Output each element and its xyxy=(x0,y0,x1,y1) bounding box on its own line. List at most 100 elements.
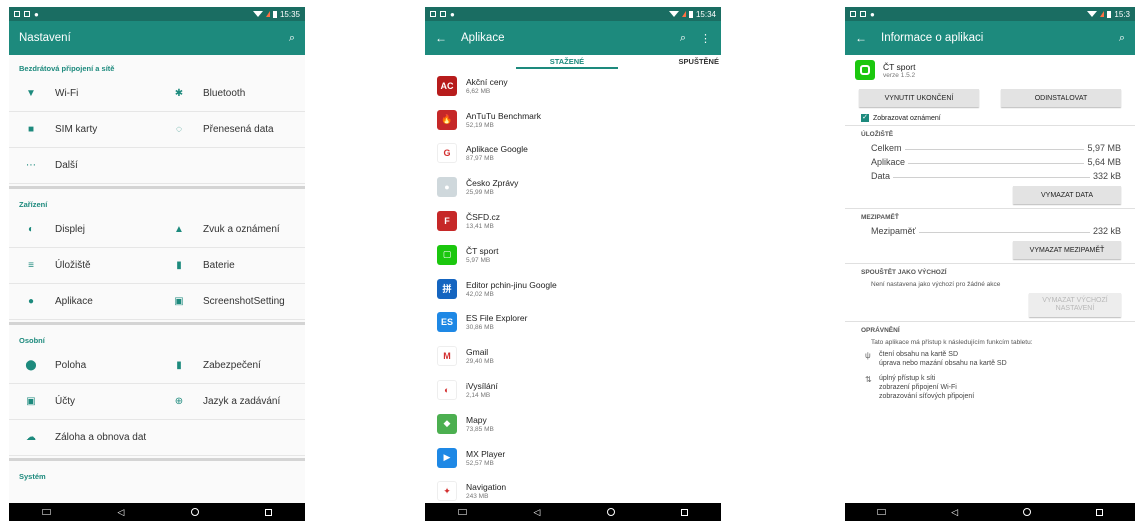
app-icon: ✦ xyxy=(437,481,457,502)
app-name: AnTuTu Benchmark xyxy=(466,110,541,121)
app-size: 52,19 MB xyxy=(466,121,494,129)
permissions-list: ψ čtení obsahu na kartě SD úprava nebo maz… xyxy=(845,348,1135,405)
screenshot-nav-icon[interactable] xyxy=(42,509,52,515)
settings-item[interactable]: ● Aplikace xyxy=(9,284,157,320)
image-icon xyxy=(24,11,30,17)
settings-item-label: Jazyk a zadávání xyxy=(203,396,281,407)
back-arrow-icon[interactable]: ← xyxy=(855,31,867,45)
back-nav-icon[interactable]: ◁ xyxy=(951,507,958,518)
app-list-item[interactable]: G Aplikace Google 87,97 MB xyxy=(425,137,721,171)
home-nav-icon[interactable] xyxy=(190,508,199,516)
settings-item-label: ScreenshotSetting xyxy=(203,296,285,307)
app-size: 25,99 MB xyxy=(466,189,494,197)
permissions-note: Tato aplikace má přístup k následujícím … xyxy=(871,339,1033,346)
app-list-item[interactable]: M Gmail 29,40 MB xyxy=(425,339,721,373)
permission-group: ψ čtení obsahu na kartě SD úprava nebo maz… xyxy=(845,348,1135,372)
app-list-item[interactable]: ES ES File Explorer 30,86 MB xyxy=(425,306,721,340)
uninstall-button[interactable]: ODINSTALOVAT xyxy=(1001,89,1121,107)
app-name: ČSFD.cz xyxy=(466,212,500,223)
app-size: 87,97 MB xyxy=(466,155,494,163)
app-name: Gmail xyxy=(466,347,489,358)
clear-cache-button[interactable]: VYMAZAT MEZIPAMĚŤ xyxy=(1013,241,1121,259)
app-name: Aplikace Google xyxy=(466,144,528,155)
clear-data-button[interactable]: VYMAZAT DATA xyxy=(1013,186,1121,204)
back-arrow-icon[interactable]: ← xyxy=(435,31,447,45)
app-icon: ▢ xyxy=(437,244,457,265)
battery-icon xyxy=(688,10,693,18)
account-icon: ▣ xyxy=(26,396,36,407)
settings-item-label: Wi-Fi xyxy=(55,88,79,99)
apps-tabs: STAŽENÉ SPUŠTĚNÉ xyxy=(425,55,721,69)
settings-item[interactable]: ✱ Bluetooth xyxy=(157,76,305,112)
clock: 15:34 xyxy=(695,9,716,19)
settings-item[interactable]: ☁ Záloha a obnova dat xyxy=(9,420,305,456)
back-nav-icon[interactable]: ◁ xyxy=(117,507,124,518)
home-nav-icon[interactable] xyxy=(1022,508,1031,516)
app-list-item[interactable]: F ČSFD.cz 13,41 MB xyxy=(425,204,721,238)
app-icon: M xyxy=(437,346,457,367)
settings-item[interactable]: ▮ Zabezpečení xyxy=(157,348,305,384)
settings-item[interactable]: ≡ Úložiště xyxy=(9,248,157,284)
home-nav-icon[interactable] xyxy=(606,508,615,516)
app-list-item[interactable]: ◆ Mapy 73,85 MB xyxy=(425,407,721,441)
app-icon: F xyxy=(437,211,457,232)
settings-item-label: Účty xyxy=(55,396,75,407)
battery-icon xyxy=(272,10,277,18)
default-note: Není nastavena jako výchozí pro žádné ak… xyxy=(871,281,1001,288)
settings-item-label: Další xyxy=(55,160,78,171)
settings-item[interactable]: ■ SIM karty xyxy=(9,112,157,148)
app-list-item[interactable]: AC Akční ceny 6,62 MB xyxy=(425,69,721,103)
settings-item-label: SIM karty xyxy=(55,124,98,135)
settings-item[interactable]: ◐ Displej xyxy=(9,212,157,248)
app-info-app-bar: ← Informace o aplikaci ⌕ xyxy=(845,21,1135,55)
section-divider xyxy=(9,322,305,325)
settings-item[interactable]: ▲ Zvuk a oznámení xyxy=(157,212,305,248)
app-list-item[interactable]: ◐ iVysílání 2,14 MB xyxy=(425,373,721,407)
action-buttons: VYNUTIT UKONČENÍ ODINSTALOVAT xyxy=(845,85,1135,111)
overflow-menu-icon[interactable]: ⋮ xyxy=(700,32,711,45)
permission-line: čtení obsahu na kartě SD xyxy=(879,351,958,358)
tab-downloaded[interactable]: STAŽENÉ xyxy=(516,55,618,69)
app-list-item[interactable]: ● Česko Zprávy 25,99 MB xyxy=(425,170,721,204)
globe-icon: ⊕ xyxy=(174,396,184,407)
force-stop-button[interactable]: VYNUTIT UKONČENÍ xyxy=(859,89,979,107)
data-usage-icon: ◌ xyxy=(176,124,182,135)
app-name: Mapy xyxy=(466,414,487,425)
search-icon[interactable]: ⌕ xyxy=(1119,32,1125,45)
status-bar: ● 15:34 xyxy=(425,7,721,21)
app-list-item[interactable]: ▢ ČT sport 5,97 MB xyxy=(425,238,721,272)
app-list-item[interactable]: ▶ MX Player 52,57 MB xyxy=(425,441,721,475)
settings-item[interactable]: ⋯ Další xyxy=(9,148,305,184)
settings-item[interactable]: ▼ Wi-Fi xyxy=(9,76,157,112)
settings-item[interactable]: ▮ Baterie xyxy=(157,248,305,284)
tab-running[interactable]: SPUŠTĚNÉ xyxy=(618,55,721,69)
settings-item[interactable]: ◌ Přenesená data xyxy=(157,112,305,148)
permissions-section-title: OPRÁVNĚNÍ xyxy=(845,321,1135,337)
settings-item[interactable]: ▣ Účty xyxy=(9,384,157,420)
screenshot-nav-icon[interactable] xyxy=(877,509,887,515)
settings-item[interactable]: ▣ ScreenshotSetting xyxy=(157,284,305,320)
navigation-bar: ◁ xyxy=(845,503,1135,521)
bluetooth-icon: ✱ xyxy=(174,88,184,99)
location-icon: ● xyxy=(34,9,39,19)
app-icon: ▶ xyxy=(437,447,457,468)
app-info-screen: ● 15:3 ← Informace o aplikaci ⌕ ČT sport… xyxy=(845,7,1135,521)
app-list-item[interactable]: 🔥 AnTuTu Benchmark 52,19 MB xyxy=(425,103,721,137)
settings-item[interactable]: ⬤ Poloha xyxy=(9,348,157,384)
settings-item-label: Úložiště xyxy=(55,260,91,271)
screenshot-nav-icon[interactable] xyxy=(458,509,468,515)
settings-item[interactable]: ⊕ Jazyk a zadávání xyxy=(157,384,305,420)
show-notifications-label: Zobrazovat oznámení xyxy=(873,114,941,122)
back-nav-icon[interactable]: ◁ xyxy=(533,507,540,518)
recents-nav-icon[interactable] xyxy=(1095,508,1103,516)
search-icon[interactable]: ⌕ xyxy=(680,32,686,45)
recents-nav-icon[interactable] xyxy=(680,508,688,516)
app-list-item[interactable]: 拼 Editor pchin-jinu Google 42,02 MB xyxy=(425,272,721,306)
app-size: 6,62 MB xyxy=(466,87,491,95)
settings-item-label: Bluetooth xyxy=(203,88,246,99)
app-icon: 拼 xyxy=(437,278,457,299)
show-notifications-checkbox[interactable]: ✓ Zobrazovat oznámení xyxy=(845,111,1135,125)
search-icon[interactable]: ⌕ xyxy=(289,32,295,45)
recents-nav-icon[interactable] xyxy=(264,508,272,516)
screenshot-icon xyxy=(430,11,436,17)
